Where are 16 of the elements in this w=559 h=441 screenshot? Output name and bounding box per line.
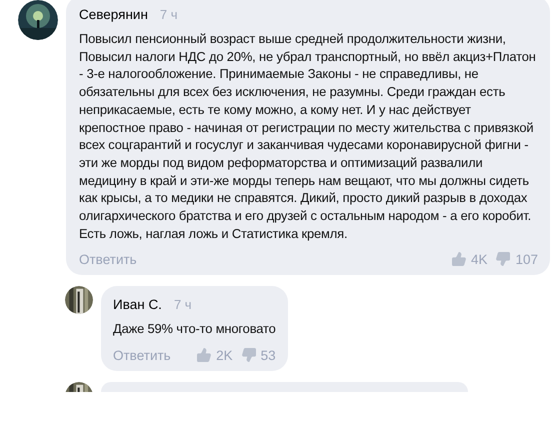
like-button[interactable]: 2K	[196, 347, 233, 364]
comment-text: Даже 59% что-то многовато	[113, 320, 276, 338]
comment-time: 7 ч	[174, 297, 192, 312]
dislike-button[interactable]: 53	[240, 347, 276, 364]
thumbs-up-icon	[196, 347, 212, 364]
reply-link[interactable]: Ответить	[113, 348, 171, 363]
like-button[interactable]: 4K	[450, 251, 488, 268]
thumbs-down-icon	[495, 251, 512, 268]
thumbs-down-icon	[240, 347, 257, 364]
dislike-button[interactable]: 107	[495, 251, 538, 268]
reply-link[interactable]: Ответить	[79, 252, 137, 267]
comment-text: Повысил пенсионный возраст выше средней продолжительности жизни, Повысил налоги НДС до 20%, не убрал транспортный, но ввёл акциз+Платон - 3-е налогообложение. Принимаемые Законы - не справедливы, не обязательны для всех без исключения, не разумны. Среди граждан есть неприкасаемые, есть те кому можно, а кому нет. И у нас действует крепостное право - начиная от регистрации по месту жительства с привязкой всех соцгарантий и госуслуг и заканчивая чудесами коронавирусной фигни - эти же морды под видом реформаторства и оптимизаций развалили медицину в край и эти-же морды теперь нам вещают, что мы должны сидеть как крысы, а то медики не справятся. Дикий, просто дикий разрыв в доходах олигархического братства и его друзей с остальным народом - а его коробит. Есть ложь, наглая ложь и Статистика кремля.	[79, 30, 537, 242]
author-name: Северянин	[79, 7, 148, 22]
author-name: Иван С.	[113, 297, 162, 312]
comment-time: 7 ч	[160, 7, 178, 22]
thumbs-up-icon	[450, 251, 467, 268]
